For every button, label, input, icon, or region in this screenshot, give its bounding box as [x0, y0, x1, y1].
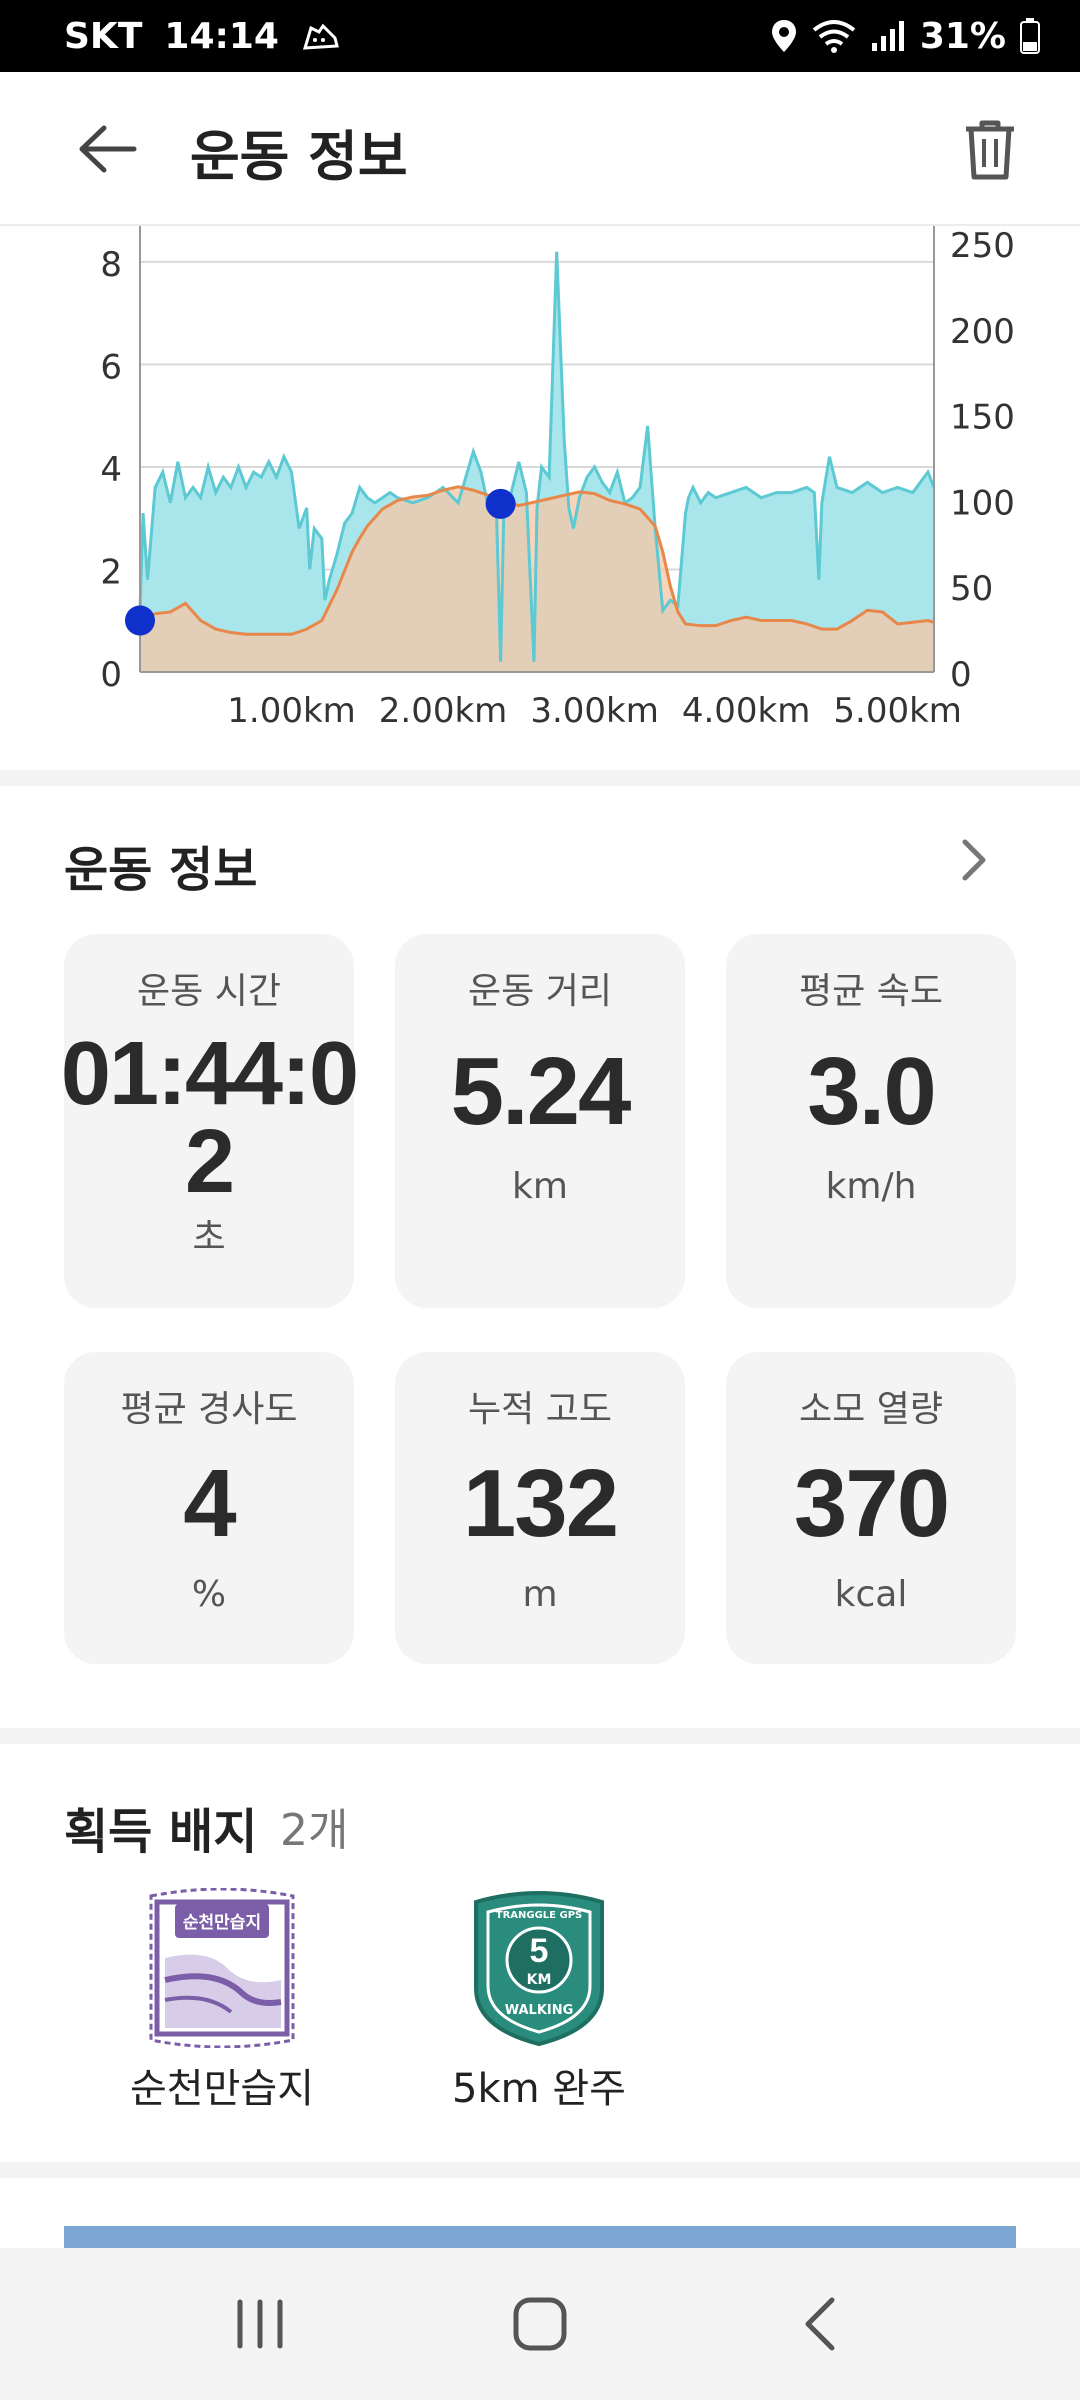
- wetland-badge-image: 순천만습지: [149, 1888, 295, 2048]
- right-axis-tick-label: 250: [950, 226, 1015, 266]
- badge-unit: KM: [527, 1972, 552, 1988]
- stat-card-elevation-gain: 누적 고도 132 m: [395, 1352, 685, 1664]
- right-axis-tick-label: 0: [950, 655, 972, 695]
- x-axis-tick-label: 5.00km: [833, 691, 962, 731]
- delete-button[interactable]: [948, 108, 1032, 192]
- badge-caption: 순천만습지: [183, 1913, 261, 1933]
- badge-label: 5km 완주: [452, 2066, 626, 2112]
- page-title: 운동 정보: [190, 125, 408, 188]
- battery-icon: [1020, 18, 1040, 54]
- signal-icon: [870, 19, 906, 53]
- stat-value: 3.0: [807, 1038, 936, 1145]
- stat-label: 평균 경사도: [120, 1389, 298, 1430]
- stat-label: 운동 거리: [468, 971, 612, 1012]
- speed-elevation-chart: 0 2 4 6 8 0 50 100 150 200 250 1.00km 2.00km 3.00km 4.…: [100, 226, 1015, 731]
- x-axis-tick-label: 1.00km: [227, 691, 356, 731]
- status-bar: SKT 14:14 31%: [0, 0, 1080, 72]
- workout-section-title: 운동 정보: [64, 842, 258, 898]
- recent-apps-icon: [237, 2299, 283, 2349]
- stat-card-avg-speed: 평균 속도 3.0 km/h: [726, 934, 1016, 1308]
- stat-card-distance: 운동 거리 5.24 km: [395, 934, 685, 1308]
- carrier-label: SKT: [64, 15, 143, 57]
- badge-5km-complete[interactable]: TRANGGLE GPS 5 KM WALKING 5km 완주: [389, 1888, 689, 2114]
- badge-number: 5: [530, 1932, 549, 1970]
- stat-unit: %: [191, 1574, 227, 1615]
- badge-caption: TRANGGLE GPS: [496, 1910, 582, 1921]
- left-axis-tick-label: 6: [100, 347, 122, 387]
- right-axis-tick-label: 150: [950, 398, 1015, 438]
- chevron-right-icon: [962, 839, 986, 881]
- home-icon: [513, 2297, 567, 2351]
- right-axis-tick-label: 200: [950, 312, 1015, 352]
- stat-label: 운동 시간: [137, 971, 281, 1012]
- workout-chart: 0 2 4 6 8 0 50 100 150 200 250 1.00km 2.00km 3.00km 4.…: [0, 226, 1080, 766]
- stat-value: 370: [793, 1450, 950, 1557]
- back-button[interactable]: [66, 116, 150, 182]
- stat-unit: km: [512, 1166, 568, 1207]
- left-axis-tick-label: 4: [100, 450, 122, 490]
- system-back-button[interactable]: [760, 2264, 880, 2384]
- clock: 14:14: [164, 15, 279, 57]
- stat-card-avg-slope: 평균 경사도 4 %: [64, 1352, 354, 1664]
- section-divider: [0, 2162, 1080, 2178]
- stat-unit: km/h: [825, 1166, 917, 1207]
- home-button[interactable]: [480, 2264, 600, 2384]
- sneaker-icon: [301, 18, 341, 54]
- walking-badge-image: TRANGGLE GPS 5 KM WALKING: [474, 1891, 604, 2047]
- stat-card-calories: 소모 열량 370 kcal: [726, 1352, 1016, 1664]
- chevron-left-icon: [805, 2297, 835, 2351]
- badge-label: 순천만습지: [130, 2066, 314, 2112]
- stat-label: 평균 속도: [799, 971, 943, 1012]
- system-nav-bar: [0, 2248, 1080, 2400]
- workout-detail-button[interactable]: [944, 830, 1004, 890]
- stat-unit: m: [522, 1574, 558, 1615]
- recent-apps-button[interactable]: [200, 2264, 320, 2384]
- x-axis-tick-label: 4.00km: [682, 691, 811, 731]
- stat-value-cont: 2: [184, 1112, 235, 1212]
- badge-suncheonman[interactable]: 순천만습지 순천만습지: [72, 1888, 372, 2114]
- stat-value: 5.24: [450, 1038, 632, 1145]
- stat-unit: kcal: [834, 1574, 908, 1615]
- badges-section-title: 획득 배지: [64, 1804, 258, 1860]
- stat-label: 소모 열량: [799, 1389, 943, 1430]
- chart-marker: [485, 488, 516, 519]
- trash-icon: [966, 120, 1014, 180]
- stat-label: 누적 고도: [468, 1389, 612, 1430]
- section-divider: [0, 1728, 1080, 1744]
- x-axis-tick-label: 2.00km: [379, 691, 508, 731]
- app-header: 운동 정보: [0, 72, 1080, 226]
- stat-card-duration: 운동 시간 01:44:0 2 초: [60, 934, 359, 1308]
- x-axis-tick-label: 3.00km: [530, 691, 659, 731]
- left-axis-tick-label: 0: [100, 655, 122, 695]
- section-divider: [0, 770, 1080, 786]
- badge-count: 2개: [280, 1805, 349, 1856]
- stat-unit: 초: [192, 1217, 226, 1258]
- right-axis-tick-label: 100: [950, 483, 1015, 523]
- wifi-icon: [812, 18, 856, 54]
- battery-percent: 31%: [919, 15, 1006, 57]
- left-axis-tick-label: 2: [100, 552, 122, 592]
- right-axis-tick-label: 50: [950, 569, 993, 609]
- stat-value: 01:44:0: [60, 1024, 359, 1124]
- left-axis-tick-label: 8: [100, 245, 122, 285]
- location-icon: [770, 18, 798, 54]
- arrow-left-icon: [79, 125, 137, 173]
- stat-value: 4: [183, 1450, 236, 1557]
- stat-value: 132: [462, 1450, 619, 1557]
- chart-marker: [125, 605, 155, 636]
- badge-caption-bottom: WALKING: [505, 2003, 574, 2018]
